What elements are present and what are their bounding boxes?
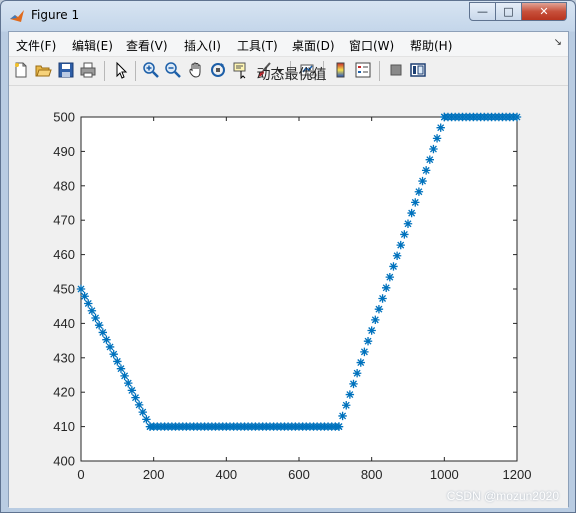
y-tick-label: 440 <box>53 316 75 331</box>
x-tick-label: 600 <box>288 467 310 482</box>
data-point-marker <box>389 262 398 271</box>
y-tick-label: 430 <box>53 350 75 365</box>
x-tick-label: 1200 <box>503 467 532 482</box>
menu-bar: 文件(F) 编辑(E) 查看(V) 插入(I) 工具(T) 桌面(D) 窗口(W… <box>9 32 568 57</box>
menu-view[interactable]: 查看(V) <box>126 37 168 54</box>
window-title: Figure 1 <box>31 8 80 22</box>
data-point-marker <box>352 369 362 378</box>
data-point-marker <box>421 166 431 175</box>
x-tick-label: 0 <box>77 467 84 482</box>
data-point-marker <box>134 400 144 410</box>
menu-file[interactable]: 文件(F) <box>16 37 56 54</box>
data-point-marker <box>109 349 118 359</box>
data-point-marker <box>407 208 416 218</box>
data-point-marker <box>98 328 107 337</box>
data-point-marker <box>94 321 104 330</box>
data-point-marker <box>80 292 89 301</box>
data-point-marker <box>436 123 445 132</box>
y-tick-label: 420 <box>53 385 75 400</box>
data-point-marker <box>87 306 97 315</box>
maximize-button[interactable]: □ <box>495 2 522 21</box>
data-point-marker <box>429 144 438 154</box>
data-point-marker <box>142 415 151 424</box>
data-point-marker <box>76 284 86 294</box>
y-tick-label: 490 <box>53 144 75 159</box>
menu-insert[interactable]: 插入(I) <box>184 37 221 54</box>
minimize-icon: — <box>477 5 488 18</box>
data-point-marker <box>378 294 387 303</box>
data-point-marker <box>342 401 351 410</box>
data-point-marker <box>91 313 100 323</box>
y-tick-label: 500 <box>53 110 75 125</box>
data-point-marker <box>131 393 140 402</box>
menu-tools[interactable]: 工具(T) <box>237 37 278 54</box>
data-point-marker <box>124 378 133 388</box>
data-point-marker <box>382 283 391 293</box>
data-point-marker <box>113 357 122 366</box>
data-point-marker <box>138 407 147 417</box>
data-point-marker <box>432 134 442 143</box>
data-point-marker <box>400 230 409 239</box>
menu-edit[interactable]: 编辑(E) <box>72 37 113 54</box>
data-point-marker <box>367 326 376 335</box>
menu-overflow-icon[interactable]: ↘ <box>554 37 562 48</box>
axes-box <box>80 116 518 462</box>
data-point-marker <box>512 112 522 122</box>
data-point-marker <box>374 304 384 314</box>
y-tick-label: 450 <box>53 282 75 297</box>
maximize-icon: □ <box>503 5 514 18</box>
close-button[interactable]: ✕ <box>521 2 567 21</box>
watermark-text: CSDN @mozun2020 <box>446 489 559 503</box>
matlab-logo-icon <box>10 10 24 22</box>
data-point-marker <box>414 187 424 196</box>
data-point-marker <box>120 371 129 381</box>
data-point-marker <box>105 342 115 352</box>
data-point-marker <box>116 364 126 373</box>
y-tick-label: 460 <box>53 247 75 262</box>
figure-window: Figure 1 — □ ✕ 文件(F) 编辑(E) 查看(V) 插入(I) 工… <box>0 0 576 513</box>
data-point-marker <box>356 358 365 367</box>
y-tick-label: 410 <box>53 419 75 434</box>
x-tick-label: 200 <box>143 467 165 482</box>
y-tick-label: 470 <box>53 213 75 228</box>
data-point-marker <box>349 379 358 389</box>
data-point-marker <box>84 299 93 308</box>
plot-axes[interactable]: 0 200 400 600 800 1000 1200 400 410 420 430 440 450 4… <box>1 55 576 507</box>
title-bar[interactable]: Figure 1 — □ ✕ <box>1 1 575 31</box>
close-icon: ✕ <box>539 5 549 18</box>
y-tick-label: 480 <box>53 178 75 193</box>
x-tick-label: 400 <box>215 467 237 482</box>
data-point-marker <box>403 219 413 228</box>
x-tick-label: 800 <box>361 467 383 482</box>
menu-help[interactable]: 帮助(H) <box>410 37 452 54</box>
data-point-marker <box>127 386 137 395</box>
x-tick-label: 1000 <box>430 467 459 482</box>
data-point-marker <box>345 390 355 399</box>
data-point-marker <box>418 176 427 186</box>
y-tick-label: 400 <box>53 454 75 469</box>
data-point-marker <box>338 411 347 421</box>
data-point-marker <box>385 272 395 282</box>
data-point-marker <box>334 422 344 431</box>
minimize-button[interactable]: — <box>469 2 496 21</box>
menu-desktop[interactable]: 桌面(D) <box>292 37 335 54</box>
data-point-marker <box>392 251 402 260</box>
data-point-marker <box>396 240 405 250</box>
menu-window[interactable]: 窗口(W) <box>349 37 394 54</box>
data-point-marker <box>411 198 420 207</box>
data-point-marker <box>360 347 369 357</box>
data-point-marker <box>371 315 380 325</box>
data-point-marker <box>425 155 434 164</box>
data-point-marker <box>102 335 111 344</box>
data-point-marker <box>363 336 373 346</box>
